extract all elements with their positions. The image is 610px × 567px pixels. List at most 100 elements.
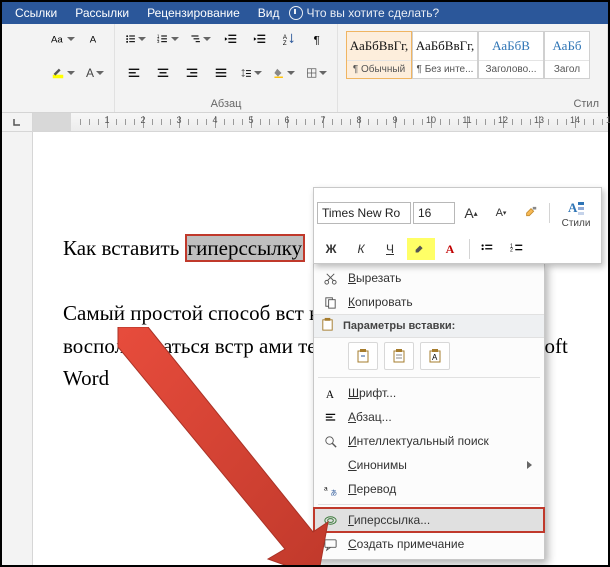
format-painter-button[interactable] xyxy=(517,202,545,224)
svg-text:2: 2 xyxy=(510,248,513,254)
workspace: Как вставить гиперссылку Самый простой с… xyxy=(2,132,608,565)
tab-references[interactable]: Ссылки xyxy=(6,2,66,24)
style-name: ¶ Без инте... xyxy=(413,60,477,78)
font-size-value: 16 xyxy=(414,206,435,220)
shading-button[interactable] xyxy=(269,62,298,84)
group-label-hidden xyxy=(8,96,108,110)
text-fragment[interactable]: Как вставить xyxy=(63,236,185,260)
font-color-mini-button[interactable]: A xyxy=(437,238,465,260)
style-heading1[interactable]: АаБбВ Заголово... xyxy=(478,31,544,79)
align-right-button[interactable] xyxy=(179,62,205,84)
menu-label: Абзац... xyxy=(348,410,532,424)
style-no-spacing[interactable]: АаБбВвГг, ¶ Без инте... xyxy=(412,31,478,79)
svg-text:¶: ¶ xyxy=(314,34,320,46)
paragraph-dialog-icon xyxy=(320,410,340,425)
borders-button[interactable] xyxy=(302,62,331,84)
tab-mailings[interactable]: Рассылки xyxy=(66,2,138,24)
selected-text[interactable]: гиперссылку xyxy=(185,234,306,262)
menu-cut[interactable]: Вырезать xyxy=(314,266,544,290)
ribbon-tabs: Ссылки Рассылки Рецензирование Вид Что в… xyxy=(2,2,608,24)
show-marks-button[interactable]: ¶ xyxy=(305,28,331,50)
style-normal[interactable]: АаБбВвГг, ¶ Обычный xyxy=(346,31,412,79)
font-name-combo[interactable]: Times New Ro xyxy=(317,202,411,224)
font-color-button[interactable]: A xyxy=(82,62,108,84)
decrease-indent-button[interactable] xyxy=(218,28,244,50)
paste-keep-source-button[interactable] xyxy=(348,342,378,370)
style-sample: АаБбВ xyxy=(479,32,543,60)
menu-synonyms[interactable]: Синонимы xyxy=(314,453,544,477)
paste-merge-button[interactable] xyxy=(384,342,414,370)
ribbon-group-font-partial: Aa A A xyxy=(2,24,115,112)
menu-copy[interactable]: Копировать xyxy=(314,290,544,314)
menu-hyperlink[interactable]: Гиперссылка... xyxy=(314,508,544,532)
text-highlight-button[interactable] xyxy=(47,62,79,84)
bold-button[interactable]: Ж xyxy=(317,238,345,260)
bullets-button[interactable] xyxy=(121,28,150,50)
horizontal-ruler[interactable]: 12345678910111213141516 xyxy=(2,113,608,132)
bullets-mini-button[interactable] xyxy=(474,238,502,260)
style-name: Загол xyxy=(545,60,589,78)
style-heading2[interactable]: АаБб Загол xyxy=(544,31,590,79)
document-page[interactable]: Как вставить гиперссылку Самый простой с… xyxy=(33,132,608,565)
tell-me-search[interactable]: Что вы хотите сделать? xyxy=(289,6,440,20)
grow-font-button[interactable]: A▴ xyxy=(457,202,485,224)
menu-label: Шрифт... xyxy=(348,386,532,400)
numbering-button[interactable]: 123 xyxy=(153,28,182,50)
copy-icon xyxy=(320,295,340,310)
italic-button[interactable]: К xyxy=(347,238,375,260)
underline-button[interactable]: Ч xyxy=(377,238,405,260)
shrink-font-button[interactable]: A▾ xyxy=(487,202,515,224)
numbering-mini-button[interactable]: 12 xyxy=(504,238,532,260)
font-size-combo[interactable]: 16 xyxy=(413,202,455,224)
increase-indent-button[interactable] xyxy=(247,28,273,50)
tab-view[interactable]: Вид xyxy=(249,2,289,24)
multilevel-list-button[interactable] xyxy=(186,28,215,50)
svg-text:A: A xyxy=(90,35,97,46)
svg-text:а: а xyxy=(323,485,327,492)
ribbon: Aa A A 123 AZ ¶ Абзац xyxy=(2,24,608,113)
menu-label: Гиперссылка... xyxy=(348,513,532,527)
lightbulb-icon xyxy=(289,6,303,20)
tab-review[interactable]: Рецензирование xyxy=(138,2,249,24)
sort-button[interactable]: AZ xyxy=(276,28,302,50)
menu-font[interactable]: A Шрифт... xyxy=(314,381,544,405)
font-name-value: Times New Ro xyxy=(318,206,404,220)
clear-formatting-button[interactable]: Aa xyxy=(47,28,79,50)
vertical-ruler[interactable] xyxy=(2,132,33,565)
align-center-button[interactable] xyxy=(150,62,176,84)
menu-smart-lookup[interactable]: Интеллектуальный поиск xyxy=(314,429,544,453)
ribbon-group-paragraph: 123 AZ ¶ Абзац xyxy=(115,24,338,112)
svg-text:あ: あ xyxy=(330,489,337,497)
hyperlink-icon xyxy=(320,513,340,528)
align-left-button[interactable] xyxy=(121,62,147,84)
submenu-arrow-icon xyxy=(527,461,532,469)
group-label-paragraph: Абзац xyxy=(121,96,331,110)
line-spacing-button[interactable] xyxy=(237,62,266,84)
tab-selector[interactable] xyxy=(2,113,33,131)
ribbon-group-styles: АаБбВвГг, ¶ Обычный АаБбВвГг, ¶ Без инте… xyxy=(338,24,608,112)
svg-text:A: A xyxy=(432,353,438,362)
svg-text:Z: Z xyxy=(283,40,287,46)
change-case-button[interactable]: A xyxy=(82,28,108,50)
scissors-icon xyxy=(320,271,340,286)
mini-toolbar: Times New Ro 16 A▴ A▾ A Стили Ж К xyxy=(313,187,602,264)
styles-pane-button[interactable]: A Стили xyxy=(554,191,598,235)
justify-button[interactable] xyxy=(208,62,234,84)
clipboard-icon xyxy=(320,317,335,335)
context-menu: Вырезать Копировать Параметры вставки: A… xyxy=(313,262,545,560)
style-sample: АаБбВвГг, xyxy=(413,32,477,60)
svg-text:3: 3 xyxy=(157,39,160,44)
menu-new-comment[interactable]: Создать примечание xyxy=(314,532,544,556)
menu-paragraph[interactable]: Абзац... xyxy=(314,405,544,429)
ruler-scale[interactable]: 12345678910111213141516 xyxy=(33,113,608,131)
paste-text-only-button[interactable]: A xyxy=(420,342,450,370)
paste-options-label: Параметры вставки: xyxy=(343,320,455,332)
highlight-button[interactable] xyxy=(407,238,435,260)
smart-lookup-icon xyxy=(320,434,340,449)
group-label-styles: Стил xyxy=(344,96,607,110)
style-name: Заголово... xyxy=(479,60,543,78)
translate-icon: аあ xyxy=(320,482,340,497)
menu-translate[interactable]: аあ Перевод xyxy=(314,477,544,501)
style-sample: АаБб xyxy=(545,32,589,60)
comment-icon xyxy=(320,537,340,552)
